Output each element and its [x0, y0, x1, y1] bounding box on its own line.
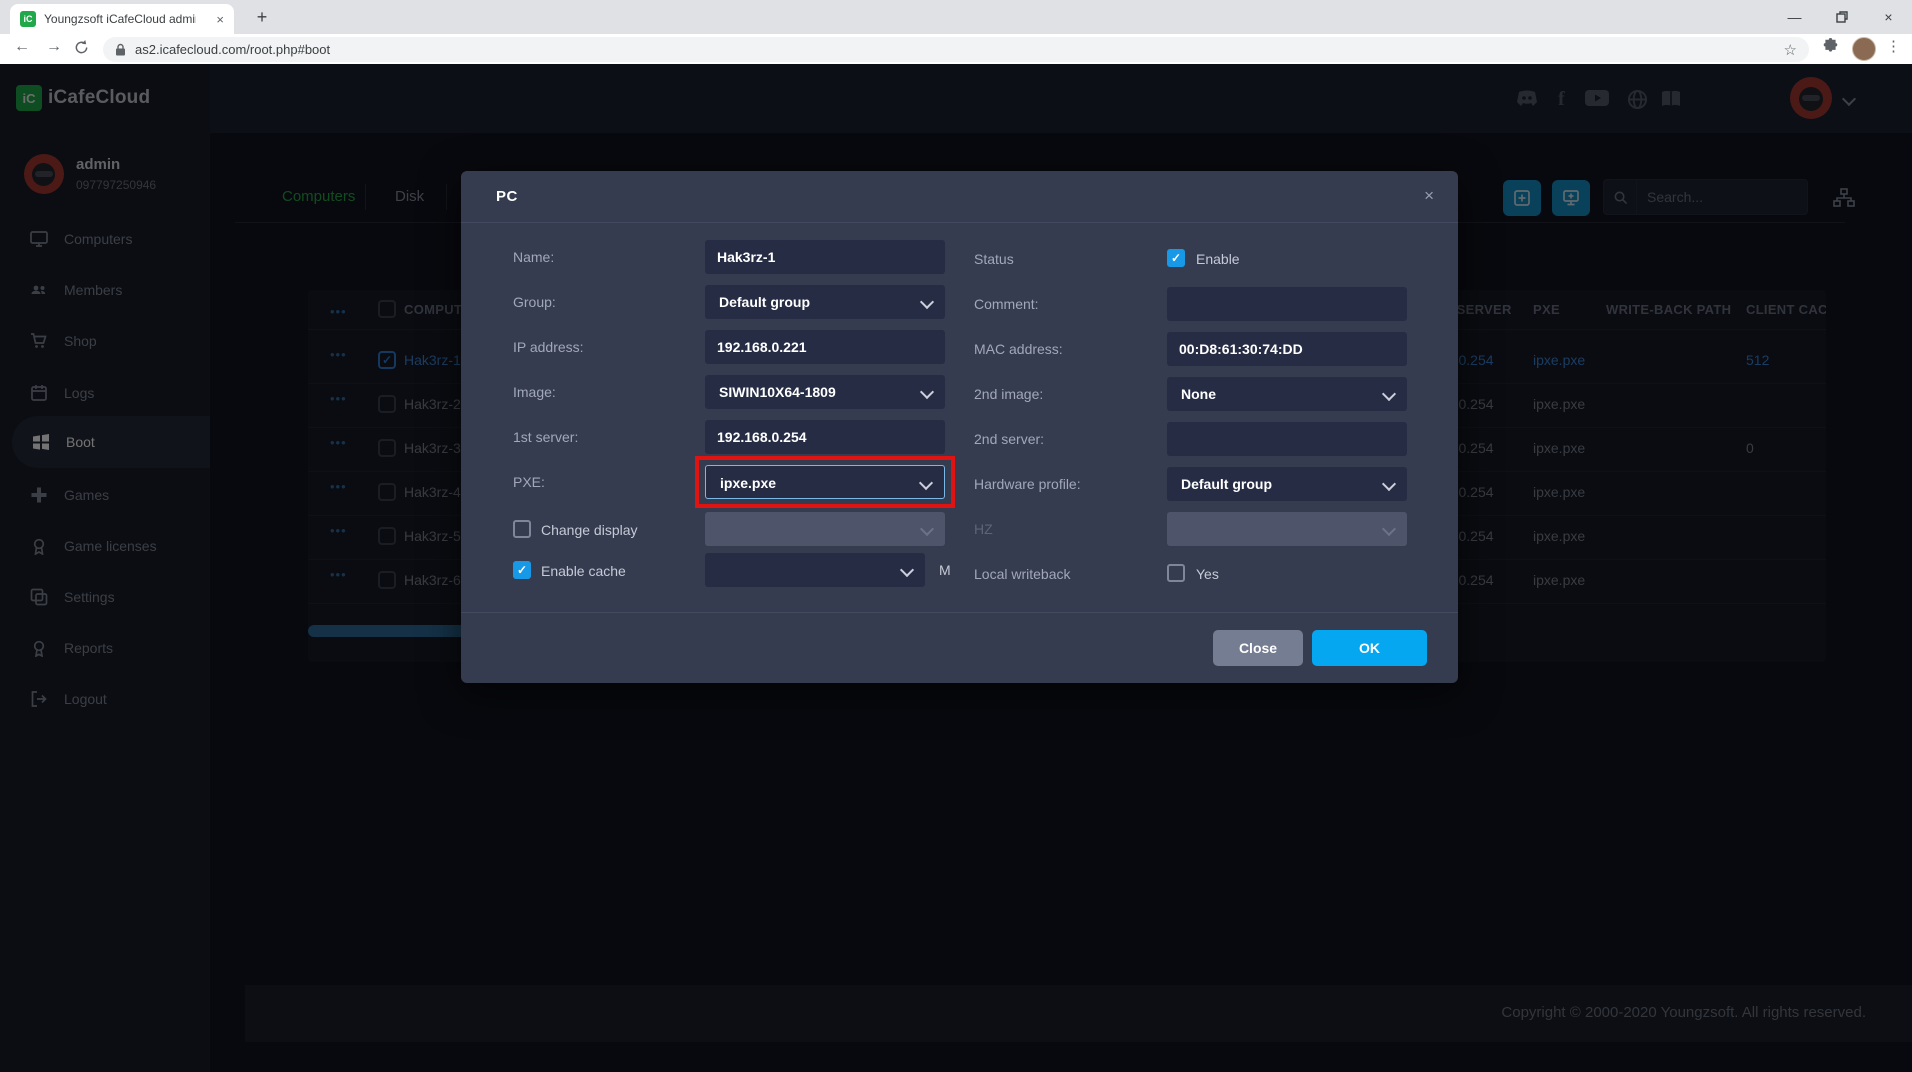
- server1-label: 1st server:: [513, 429, 578, 445]
- image2-label: 2nd image:: [974, 386, 1043, 402]
- tab-close-icon[interactable]: ×: [216, 12, 224, 27]
- chevron-down-icon: [920, 295, 934, 309]
- comment-label: Comment:: [974, 296, 1039, 312]
- browser-toolbar: ← → as2.icafecloud.com/root.php#boot ☆ ⋮: [0, 34, 1912, 64]
- display-select-disabled: [705, 512, 945, 546]
- chevron-down-icon: [1382, 387, 1396, 401]
- local-writeback-yes-label: Yes: [1196, 566, 1219, 582]
- close-button[interactable]: Close: [1213, 630, 1303, 666]
- browser-profile-avatar[interactable]: [1852, 37, 1876, 61]
- modal-footer-divider: [461, 612, 1458, 613]
- forward-button[interactable]: →: [42, 38, 66, 56]
- mac-label: MAC address:: [974, 341, 1063, 357]
- window-restore-button[interactable]: [1818, 0, 1865, 34]
- server2-input[interactable]: [1167, 422, 1407, 456]
- pxe-highlight-annotation: [695, 456, 955, 508]
- ip-input[interactable]: 192.168.0.221: [705, 330, 945, 364]
- pxe-label: PXE:: [513, 474, 545, 490]
- server2-label: 2nd server:: [974, 431, 1044, 447]
- name-label: Name:: [513, 249, 554, 265]
- hw-profile-label: Hardware profile:: [974, 476, 1081, 492]
- app-page: f iC iCafeCloud admin 097797250946: [0, 64, 1912, 1072]
- browser-tab-strip: iC Youngzsoft iCafeCloud admin × + — ×: [0, 0, 1912, 34]
- chevron-down-icon: [920, 385, 934, 399]
- change-display-label: Change display: [541, 522, 638, 538]
- enable-cache-checkbox[interactable]: ✓: [513, 561, 531, 579]
- local-writeback-checkbox[interactable]: [1167, 564, 1185, 582]
- chevron-down-icon: [1382, 477, 1396, 491]
- lock-icon: [115, 43, 126, 56]
- browser-tab[interactable]: iC Youngzsoft iCafeCloud admin ×: [10, 4, 234, 34]
- extensions-puzzle-icon[interactable]: [1822, 38, 1839, 55]
- hw-profile-select[interactable]: Default group: [1167, 467, 1407, 501]
- chevron-down-icon: [1382, 522, 1396, 536]
- modal-title: PC: [496, 188, 518, 205]
- image-label: Image:: [513, 384, 556, 400]
- status-label: Status: [974, 251, 1014, 267]
- status-enable-checkbox[interactable]: ✓: [1167, 249, 1185, 267]
- url-text: as2.icafecloud.com/root.php#boot: [135, 42, 330, 57]
- screen: iC Youngzsoft iCafeCloud admin × + — × ←…: [0, 0, 1912, 1072]
- local-writeback-label: Local writeback: [974, 566, 1071, 582]
- ok-button[interactable]: OK: [1312, 630, 1427, 666]
- address-bar[interactable]: as2.icafecloud.com/root.php#boot ☆: [103, 37, 1809, 62]
- enable-cache-label: Enable cache: [541, 563, 626, 579]
- hz-label: HZ: [974, 521, 993, 537]
- bookmark-star-icon[interactable]: ☆: [1784, 41, 1797, 59]
- cache-size-select[interactable]: [705, 553, 925, 587]
- tab-title: Youngzsoft iCafeCloud admin: [44, 12, 196, 26]
- modal-close-icon[interactable]: ×: [1424, 186, 1434, 206]
- comment-input[interactable]: [1167, 287, 1407, 321]
- chevron-down-icon: [900, 563, 914, 577]
- server1-input[interactable]: 192.168.0.254: [705, 420, 945, 454]
- back-button[interactable]: ←: [10, 38, 34, 56]
- name-input[interactable]: Hak3rz-1: [705, 240, 945, 274]
- new-tab-button[interactable]: +: [248, 4, 276, 30]
- hz-select-disabled: [1167, 512, 1407, 546]
- browser-menu-icon[interactable]: ⋮: [1886, 37, 1901, 55]
- modal-header: PC ×: [461, 171, 1458, 223]
- image2-select[interactable]: None: [1167, 377, 1407, 411]
- cache-unit-label: M: [939, 562, 951, 578]
- status-enable-label: Enable: [1196, 251, 1240, 267]
- change-display-checkbox[interactable]: [513, 520, 531, 538]
- window-controls: — ×: [1771, 0, 1912, 34]
- group-label: Group:: [513, 294, 556, 310]
- image-select[interactable]: SIWIN10X64-1809: [705, 375, 945, 409]
- pc-modal: PC × Name: Hak3rz-1 Group: Default group…: [461, 171, 1458, 683]
- mac-input[interactable]: 00:D8:61:30:74:DD: [1167, 332, 1407, 366]
- chevron-down-icon: [920, 522, 934, 536]
- site-favicon: iC: [20, 11, 36, 27]
- window-close-button[interactable]: ×: [1865, 0, 1912, 34]
- ip-label: IP address:: [513, 339, 584, 355]
- group-select[interactable]: Default group: [705, 285, 945, 319]
- reload-button[interactable]: [74, 40, 98, 55]
- window-minimize-button[interactable]: —: [1771, 0, 1818, 34]
